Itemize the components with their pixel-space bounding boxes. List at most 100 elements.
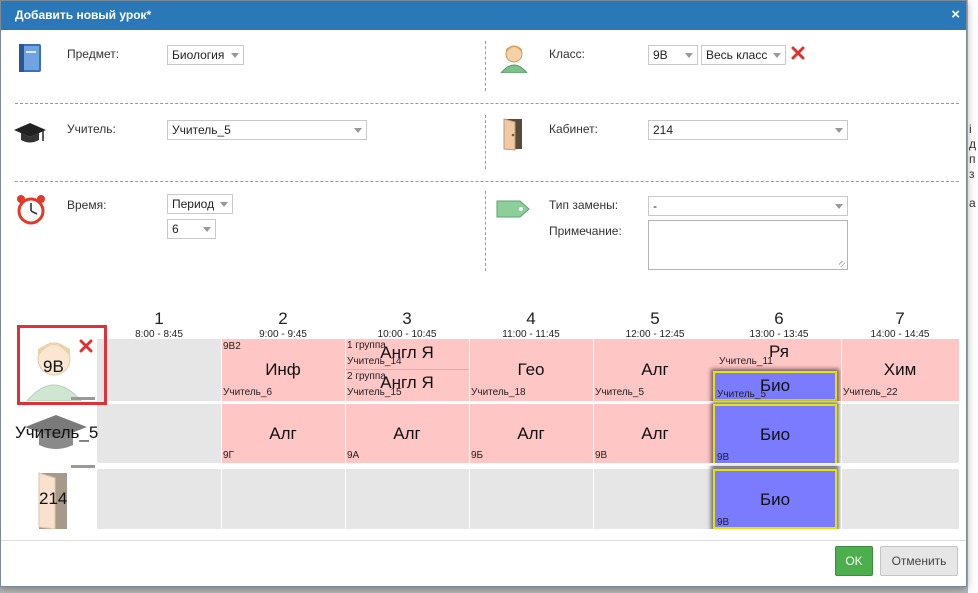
time-mode-value: Период	[172, 197, 215, 211]
period-header: 2 9:00 - 9:45	[221, 299, 345, 340]
group-select[interactable]: Весь класс	[701, 45, 786, 65]
timetable-cell[interactable]: Алг 9Б	[469, 404, 593, 463]
timetable-cell[interactable]: 9В2 Инф Учитель_6	[221, 339, 345, 401]
row-gap	[97, 463, 959, 466]
lesson-class: 9В	[595, 450, 608, 461]
timetable-cell[interactable]	[97, 339, 221, 401]
timetable-cell[interactable]: Хим Учитель_22	[841, 339, 959, 401]
new-lesson-cell[interactable]: Био Учитель_5	[713, 371, 837, 401]
resize-handle[interactable]	[839, 261, 845, 267]
replacement-select[interactable]: -	[648, 196, 848, 216]
replacement-value: -	[653, 199, 657, 213]
row-head-class[interactable]: 9В	[15, 323, 107, 407]
period-select[interactable]: 6	[167, 219, 216, 239]
ok-button[interactable]: OK	[835, 546, 873, 576]
timetable-cell[interactable]	[841, 404, 959, 463]
period-number: 4	[526, 309, 536, 328]
subject-value: Биология	[172, 48, 225, 62]
lesson-subject: Алг	[641, 424, 669, 443]
subject-label: Предмет:	[67, 47, 120, 61]
class-label: Класс:	[549, 47, 585, 61]
close-icon[interactable]: ×	[951, 6, 960, 23]
chevron-down-icon	[354, 128, 362, 133]
timetable-cell[interactable]	[346, 469, 469, 529]
new-lesson-cell[interactable]: Био 9В	[713, 404, 837, 465]
column-separator	[469, 339, 470, 529]
lesson-teacher: Учитель_14	[347, 356, 402, 367]
period-number: 6	[774, 309, 784, 328]
timetable-cell[interactable]: Алг 9Г	[221, 404, 345, 463]
class-select[interactable]: 9В	[648, 45, 698, 65]
row-head-teacher[interactable]: Учитель_5	[15, 407, 98, 469]
timetable: 1 8:00 - 8:45 2 9:00 - 9:45 3 10:00 - 10:45…	[15, 299, 959, 529]
backdrop-char: з	[969, 167, 975, 181]
tag-icon	[496, 200, 530, 218]
lesson-teacher: Учитель_6	[223, 387, 273, 398]
room-select[interactable]: 214	[648, 120, 848, 140]
lesson-subject: Гео	[517, 360, 545, 379]
divider	[485, 115, 486, 169]
dialog-title: Добавить новый урок*	[15, 8, 152, 22]
row-head-label: 214	[39, 489, 68, 508]
timetable-cell[interactable]	[470, 469, 593, 529]
dialog-titlebar: Добавить новый урок* ×	[1, 1, 966, 30]
row-head-room[interactable]: 214	[15, 469, 97, 529]
timetable-cell[interactable]: Гео Учитель_18	[469, 339, 593, 401]
door-icon	[503, 118, 522, 151]
period-number: 5	[650, 309, 660, 328]
lesson-subject: Алг	[517, 424, 545, 443]
timetable-cell[interactable]	[842, 469, 959, 529]
subject-select[interactable]: Биология	[167, 45, 244, 65]
lesson-teacher: Учитель_15	[347, 387, 402, 398]
replacement-label: Тип замены:	[549, 198, 619, 212]
note-textarea[interactable]	[648, 220, 848, 270]
lesson-subject: Алг	[269, 424, 297, 443]
teacher-label: Учитель:	[67, 122, 116, 136]
period-header: 1 8:00 - 8:45	[97, 299, 221, 340]
divider	[485, 191, 486, 271]
lesson-subject: Хим	[883, 360, 917, 379]
lesson-class: 9А	[347, 450, 360, 461]
timetable-cell[interactable]	[594, 469, 717, 529]
timetable-cell[interactable]: Алг 9В	[593, 404, 717, 463]
timetable-cell[interactable]	[97, 469, 221, 529]
backdrop-char: а	[969, 196, 976, 210]
lesson-subject: Алг	[641, 360, 669, 379]
cancel-button[interactable]: Отменить	[880, 546, 958, 576]
resize-handle[interactable]	[71, 465, 95, 468]
lesson-subject: Алг	[393, 424, 421, 443]
divider	[15, 181, 959, 182]
teacher-select[interactable]: Учитель_5	[167, 120, 367, 140]
lesson-subject: Инф	[265, 360, 301, 379]
remove-icon[interactable]	[791, 46, 805, 60]
timetable-cell[interactable]: Алг 9А	[345, 404, 469, 463]
group-value: Весь класс	[706, 48, 768, 62]
time-mode-select[interactable]: Период	[167, 194, 233, 214]
column-separator	[841, 339, 842, 529]
column-separator	[345, 339, 346, 529]
period-header: 7 14:00 - 14:45	[841, 299, 959, 340]
room-value: 214	[653, 123, 674, 137]
lesson-class: 9Б	[471, 450, 484, 461]
period-header: 6 13:00 - 13:45	[717, 299, 841, 340]
chevron-down-icon	[203, 227, 211, 232]
period-number: 1	[154, 309, 164, 328]
chevron-down-icon	[773, 53, 781, 58]
timetable-cell[interactable]	[97, 404, 221, 463]
period-header: 3 10:00 - 10:45	[345, 299, 469, 340]
new-lesson-cell[interactable]: Био 9В	[713, 469, 837, 529]
period-value: 6	[172, 222, 179, 236]
timetable-cell[interactable]: Алг Учитель_5	[593, 339, 717, 401]
backdrop-char: д	[969, 137, 977, 151]
timetable-cell[interactable]: 1 группа Англ Я Учитель_14 2 группа Англ…	[345, 339, 469, 401]
alarm-clock-icon	[17, 195, 45, 225]
note-label: Примечание:	[549, 224, 622, 238]
room-label: Кабинет:	[549, 122, 598, 136]
backdrop-char: і	[969, 122, 972, 136]
group-divider	[345, 369, 469, 370]
add-lesson-dialog: Добавить новый урок* × Предмет: Биология…	[0, 0, 967, 587]
chevron-down-icon	[835, 204, 843, 209]
period-number: 2	[278, 309, 288, 328]
timetable-cell[interactable]	[222, 469, 345, 529]
lesson-teacher: Учитель_5	[595, 387, 645, 398]
